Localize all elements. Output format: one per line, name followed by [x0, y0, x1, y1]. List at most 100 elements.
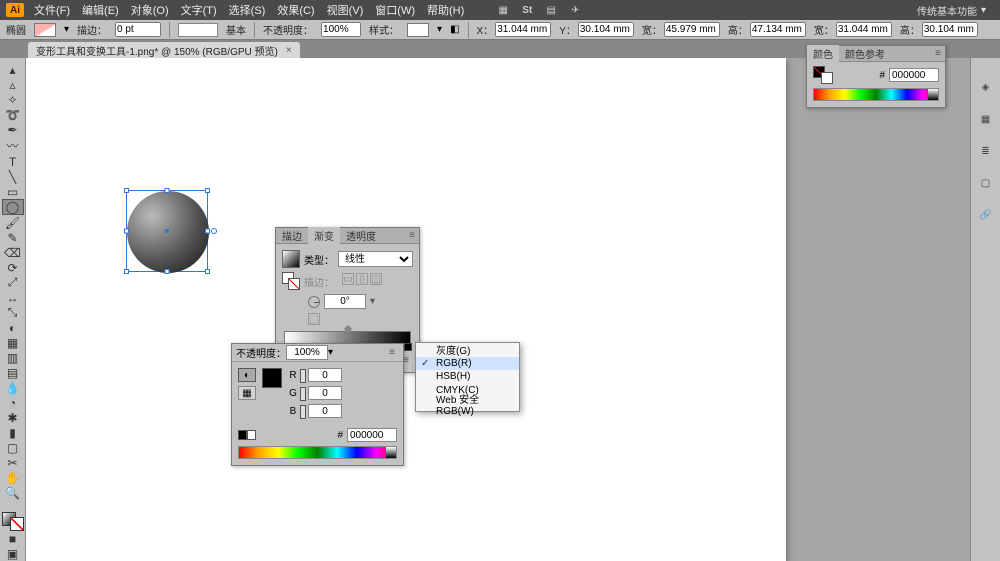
resize-handle[interactable] [205, 229, 210, 234]
g-value-field[interactable] [308, 386, 342, 400]
align-icon[interactable]: ◧ [450, 24, 459, 35]
eraser-tool[interactable]: ⌫ [2, 245, 24, 260]
gradient-stop-right[interactable] [404, 343, 412, 351]
symbol-sprayer-tool[interactable]: ✱ [2, 410, 24, 425]
shape-h-field[interactable] [922, 22, 978, 37]
color-picker-panel[interactable]: 不透明度： ▾ ≡ ◐ ▦ R G B [231, 343, 404, 466]
scale-tool[interactable]: ⤢ [2, 275, 24, 290]
chevron-down-icon[interactable]: ▾ [370, 296, 375, 307]
pen-tool[interactable]: ✒ [2, 122, 24, 137]
ctx-item-grayscale[interactable]: 灰度(G) [416, 343, 519, 357]
current-color-swatch[interactable] [262, 368, 282, 388]
dock-color-icon[interactable]: ◈ [976, 78, 996, 96]
menu-select[interactable]: 选择(S) [229, 2, 266, 18]
fill-stroke-indicator[interactable] [2, 512, 24, 531]
b-slider[interactable] [302, 406, 304, 416]
zoom-tool[interactable]: 🔍 [2, 485, 24, 500]
menu-help[interactable]: 帮助(H) [427, 2, 464, 18]
perspective-grid-tool[interactable]: ▦ [2, 335, 24, 350]
slider-knob[interactable] [300, 387, 306, 401]
document-tab[interactable]: 变形工具和变换工具-1.png* @ 150% (RGB/GPU 预览) × [28, 42, 300, 58]
tab-color-guide[interactable]: 颜色参考 [839, 45, 891, 62]
paintbrush-tool[interactable]: 🖌 [2, 215, 24, 230]
shape-builder-tool[interactable]: ◐ [2, 320, 24, 335]
resize-handle[interactable] [124, 269, 129, 274]
r-value-field[interactable] [308, 368, 342, 382]
gradient-type-select[interactable]: 线性 [338, 251, 413, 267]
stroke-apply-2-icon[interactable]: ▯ [356, 273, 368, 285]
menu-effect[interactable]: 效果(C) [277, 2, 314, 18]
slice-tool[interactable]: ✂ [2, 455, 24, 470]
center-point-icon[interactable] [165, 229, 169, 233]
resize-handle[interactable] [205, 269, 210, 274]
chevron-down-icon[interactable]: ▾ [437, 24, 442, 35]
menu-type[interactable]: 文字(T) [181, 2, 217, 18]
width-tool[interactable]: ↔ [2, 290, 24, 305]
dock-links-icon[interactable]: 🔗 [976, 206, 996, 224]
live-corner-widget-icon[interactable] [211, 228, 217, 234]
color-mode-solid[interactable]: ■ [2, 531, 24, 546]
menu-view[interactable]: 视图(V) [327, 2, 364, 18]
slider-knob[interactable] [300, 405, 306, 419]
column-graph-tool[interactable]: ▮ [2, 425, 24, 440]
x-field[interactable] [495, 22, 551, 37]
h-field[interactable] [750, 22, 806, 37]
resize-handle[interactable] [165, 188, 170, 193]
gradient-tool[interactable]: ▤ [2, 365, 24, 380]
spectrum-picker[interactable] [813, 88, 939, 101]
close-icon[interactable]: × [286, 45, 292, 56]
panel-menu-icon[interactable]: ≡ [405, 230, 419, 241]
midpoint-diamond-icon[interactable] [343, 325, 351, 333]
gradient-fill-stroke-icon[interactable] [282, 272, 300, 290]
stroke-apply-1-icon[interactable]: ▭ [342, 273, 354, 285]
selection-tool[interactable]: ▴ [2, 62, 24, 77]
stock-icon[interactable]: St [518, 2, 536, 18]
lasso-tool[interactable]: ➰ [2, 107, 24, 122]
bridge-icon[interactable]: ▦ [494, 2, 512, 18]
slider-knob[interactable] [300, 369, 306, 383]
spectrum-picker[interactable] [238, 446, 397, 459]
ctx-item-rgb[interactable]: ✓RGB(R) [416, 357, 519, 371]
gradient-preview-swatch[interactable] [282, 250, 300, 268]
g-slider[interactable] [302, 388, 304, 398]
resize-handle[interactable] [124, 188, 129, 193]
shape-w-field[interactable] [836, 22, 892, 37]
rectangle-tool[interactable]: ▭ [2, 184, 24, 199]
pencil-tool[interactable]: ✎ [2, 230, 24, 245]
curvature-tool[interactable]: 〰 [2, 137, 24, 154]
black-white-swatch-icon[interactable] [238, 430, 256, 440]
dock-layers-icon[interactable]: ≣ [976, 142, 996, 160]
gpu-icon[interactable]: ✈ [566, 2, 584, 18]
ctx-item-hsb[interactable]: HSB(H) [416, 370, 519, 384]
chevron-down-icon[interactable]: ▾ [64, 24, 69, 35]
opacity-field[interactable] [321, 22, 361, 37]
menu-edit[interactable]: 编辑(E) [82, 2, 119, 18]
hand-tool[interactable]: ✋ [2, 470, 24, 485]
stroke-profile[interactable] [178, 23, 218, 37]
fill-swatch[interactable] [34, 23, 56, 37]
resize-handle[interactable] [124, 229, 129, 234]
y-field[interactable] [578, 22, 634, 37]
color-mode-sliders-button[interactable]: ◐ [238, 368, 256, 382]
line-tool[interactable]: ╲ [2, 169, 24, 184]
ellipse-tool[interactable]: ◯ [2, 199, 24, 215]
hex-field[interactable] [347, 428, 397, 442]
blend-tool[interactable]: ◔ [2, 395, 24, 410]
menu-window[interactable]: 窗口(W) [375, 2, 415, 18]
selection-bounding-box[interactable] [126, 190, 208, 272]
stroke-indicator[interactable] [10, 517, 24, 531]
r-slider[interactable] [302, 370, 304, 380]
menu-object[interactable]: 对象(O) [131, 2, 169, 18]
panel-menu-icon[interactable]: ≡ [931, 48, 945, 59]
gradient-angle-field[interactable] [324, 294, 366, 309]
direct-selection-tool[interactable]: ▵ [2, 77, 24, 92]
artboard-tool[interactable]: ▢ [2, 440, 24, 455]
screen-mode[interactable]: ▣ [2, 546, 24, 561]
w-field[interactable] [664, 22, 720, 37]
menu-file[interactable]: 文件(F) [34, 2, 70, 18]
stroke-apply-3-icon[interactable]: ◫ [370, 273, 382, 285]
canvas-area[interactable]: 描边 渐变 透明度 ≡ 类型： 线性 描边： ▭▯◫ [26, 58, 970, 561]
dock-artboards-icon[interactable]: ▢ [976, 174, 996, 192]
type-tool[interactable]: T [2, 154, 24, 169]
ctx-item-websafe[interactable]: Web 安全 RGB(W) [416, 397, 519, 411]
